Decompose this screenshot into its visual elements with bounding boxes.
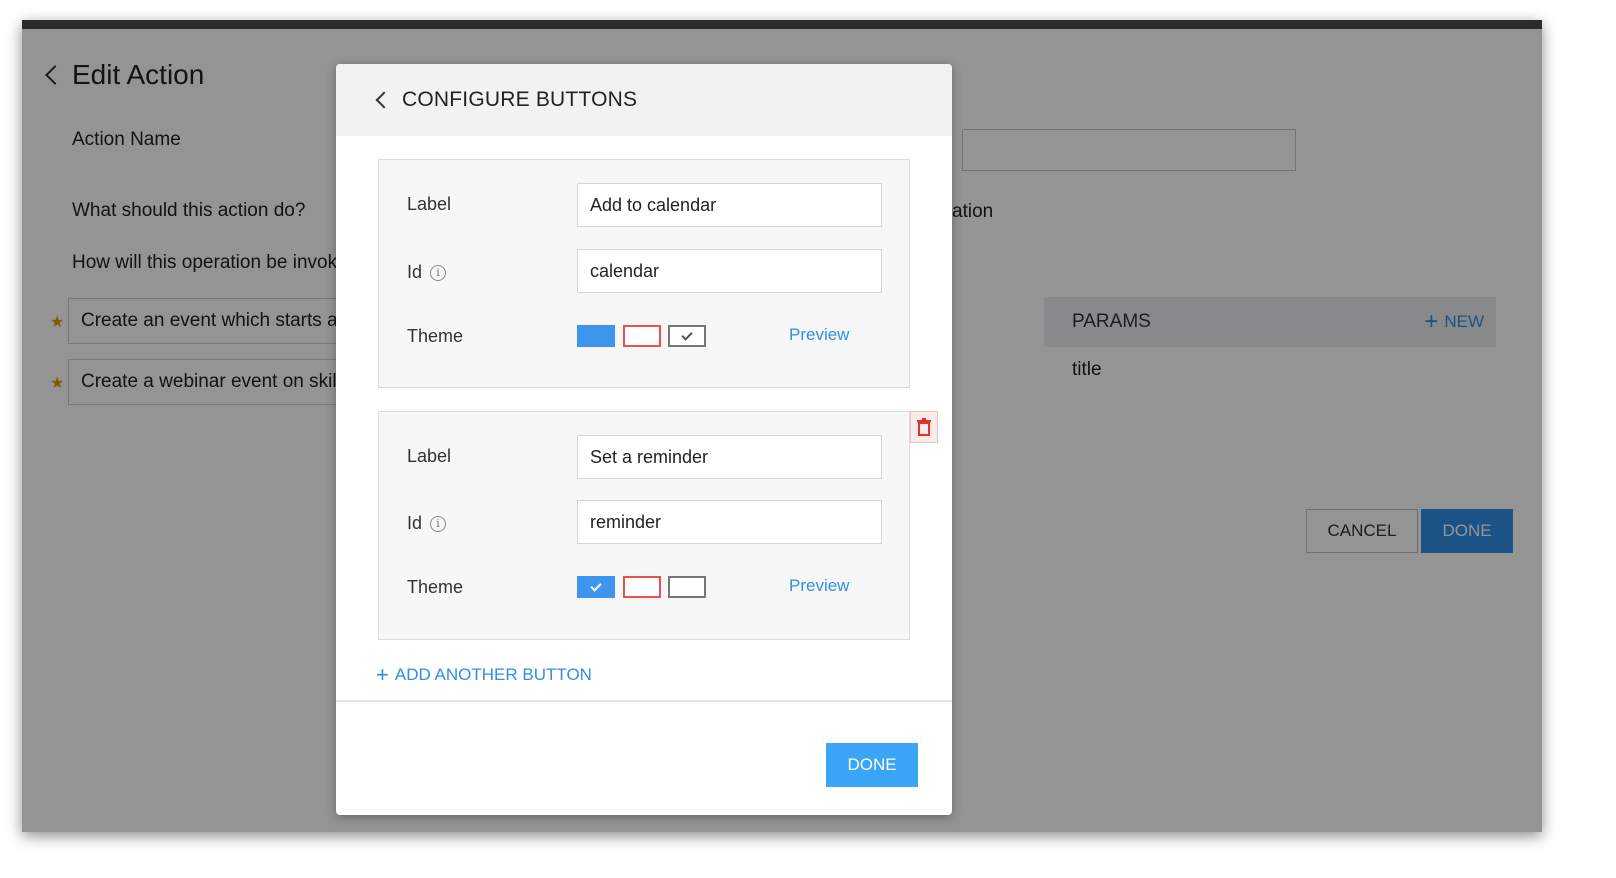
configure-buttons-dialog: CONFIGURE BUTTONS Label Id i Theme Previ… [336, 64, 952, 815]
window-titlebar [22, 20, 1542, 29]
dialog-header: CONFIGURE BUTTONS [336, 64, 952, 136]
theme-primary-swatch[interactable] [577, 325, 615, 347]
theme-caption: Theme [407, 577, 464, 597]
id-caption: Id i [407, 262, 447, 283]
preview-link[interactable]: Preview [789, 576, 849, 596]
label-caption: Label [407, 446, 452, 466]
check-icon [681, 328, 693, 341]
label-caption: Label [407, 194, 452, 214]
info-icon[interactable]: i [430, 515, 447, 532]
add-another-button[interactable]: + ADD ANOTHER BUTTON [376, 664, 592, 686]
preview-link[interactable]: Preview [789, 325, 849, 345]
theme-default-swatch[interactable] [668, 576, 706, 598]
button-config-card: Label Id i Theme Preview [378, 159, 910, 388]
theme-caption: Theme [407, 326, 464, 346]
button-id-input[interactable] [577, 249, 882, 293]
app-window: Edit Action Action Name What should this… [22, 20, 1542, 832]
trash-icon [917, 418, 931, 436]
plus-icon: + [376, 662, 389, 687]
dialog-title: CONFIGURE BUTTONS [402, 88, 638, 111]
divider [336, 700, 952, 702]
dialog-done-button[interactable]: DONE [826, 743, 918, 787]
theme-default-swatch[interactable] [668, 325, 706, 347]
delete-button[interactable] [910, 411, 938, 443]
theme-danger-swatch[interactable] [623, 325, 661, 347]
theme-primary-swatch[interactable] [577, 576, 615, 598]
button-config-card: Label Id i Theme Preview [378, 411, 910, 640]
check-icon [590, 579, 602, 592]
id-caption: Id i [407, 513, 447, 534]
info-icon[interactable]: i [430, 264, 447, 281]
back-chevron-icon[interactable] [375, 91, 393, 109]
button-label-input[interactable] [577, 183, 882, 227]
button-label-input[interactable] [577, 435, 882, 479]
theme-danger-swatch[interactable] [623, 576, 661, 598]
button-id-input[interactable] [577, 500, 882, 544]
